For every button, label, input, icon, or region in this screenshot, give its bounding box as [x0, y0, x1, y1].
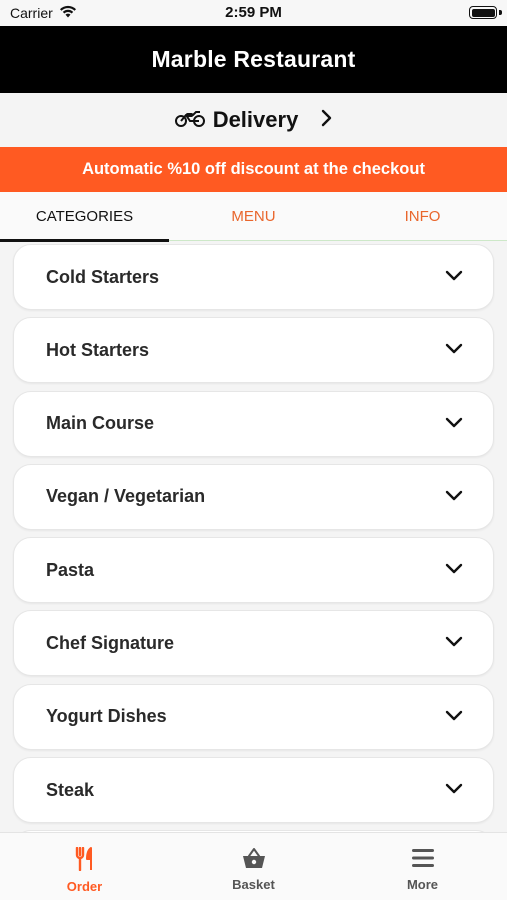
chevron-right-icon — [320, 109, 332, 132]
nav-order-label: Order — [66, 879, 103, 894]
tab-menu-label: MENU — [231, 207, 276, 225]
tab-info[interactable]: INFO — [338, 192, 507, 240]
chevron-down-icon — [445, 781, 463, 799]
tab-categories[interactable]: CATEGORIES — [0, 192, 169, 242]
tab-bar: CATEGORIES MENU INFO — [0, 192, 507, 242]
category-name: Vegan / Vegetarian — [46, 486, 206, 507]
basket-icon — [242, 847, 266, 874]
restaurant-title: Marble Restaurant — [151, 46, 356, 72]
nav-basket[interactable]: Basket — [169, 833, 338, 900]
category-list: Cold Starters Hot Starters Main Course V… — [0, 244, 507, 832]
battery-icon — [469, 6, 497, 19]
category-item[interactable]: Yogurt Dishes — [13, 683, 494, 750]
status-time: 2:59 PM — [225, 4, 282, 21]
promo-text: Automatic %10 off discount at the checko… — [82, 160, 425, 178]
promo-banner: Automatic %10 off discount at the checko… — [0, 147, 507, 192]
tab-menu[interactable]: MENU — [169, 192, 338, 240]
category-name: Pasta — [46, 559, 95, 580]
battery-tip — [499, 10, 502, 15]
nav-more-label: More — [406, 877, 439, 892]
motorcycle-icon — [174, 108, 205, 133]
category-item[interactable]: Main Course — [13, 390, 494, 457]
category-item[interactable]: Vegan / Vegetarian — [13, 463, 494, 530]
tab-info-label: INFO — [404, 207, 441, 225]
nav-more[interactable]: More — [338, 833, 507, 900]
category-name: Yogurt Dishes — [46, 706, 167, 727]
bottom-nav: Order Basket More — [0, 832, 507, 900]
app-header: Marble Restaurant — [0, 26, 507, 93]
category-item[interactable]: Hot Starters — [13, 317, 494, 384]
category-item[interactable]: Cold Starters — [13, 244, 494, 310]
category-item[interactable]: Chef Signature — [13, 610, 494, 677]
chevron-down-icon — [445, 488, 463, 506]
category-name: Chef Signature — [46, 632, 175, 653]
menu-icon — [411, 847, 435, 874]
tab-categories-label: CATEGORIES — [35, 207, 134, 225]
status-bar: Carrier 2:59 PM — [0, 0, 507, 26]
chevron-down-icon — [445, 634, 463, 652]
nav-order[interactable]: Order — [0, 833, 169, 900]
category-item[interactable]: Pasta — [13, 537, 494, 604]
category-name: Steak — [46, 779, 95, 800]
category-item[interactable]: Steak — [13, 757, 494, 824]
delivery-selector[interactable]: Delivery — [0, 93, 507, 147]
category-name: Main Course — [46, 413, 155, 434]
delivery-label: Delivery — [212, 107, 299, 132]
fork-knife-icon — [74, 846, 96, 876]
chevron-down-icon — [445, 415, 463, 433]
category-name: Cold Starters — [46, 266, 160, 287]
chevron-down-icon — [445, 341, 463, 359]
chevron-down-icon — [445, 268, 463, 286]
chevron-down-icon — [445, 561, 463, 579]
category-name: Hot Starters — [46, 339, 150, 360]
chevron-down-icon — [445, 708, 463, 726]
nav-basket-label: Basket — [232, 877, 275, 892]
